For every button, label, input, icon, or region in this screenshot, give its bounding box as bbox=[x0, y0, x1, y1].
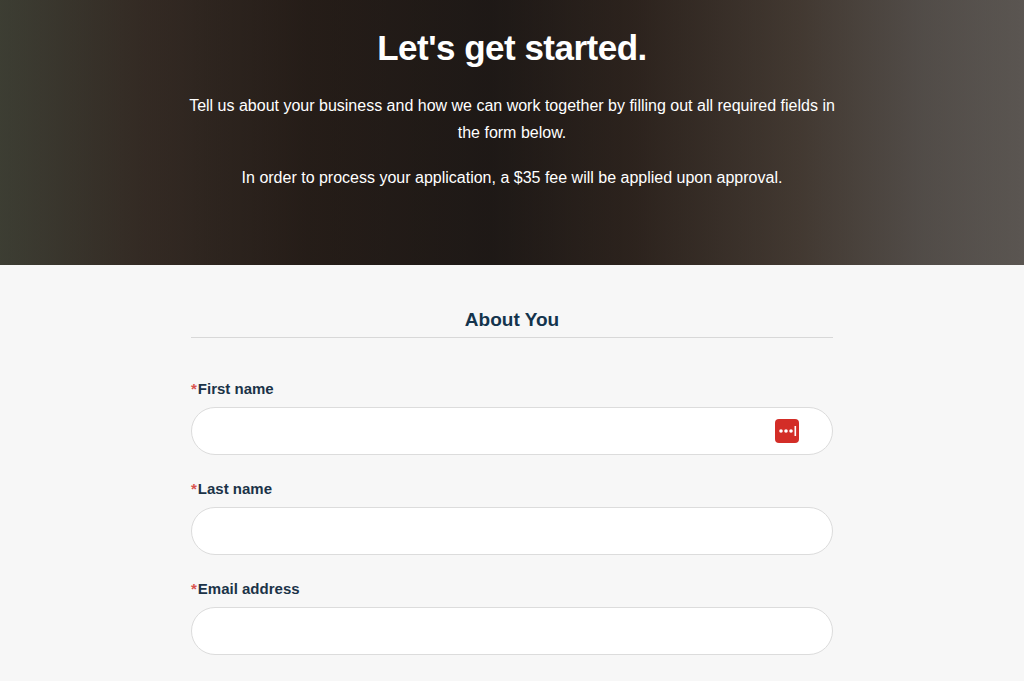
form-field: *Last name bbox=[191, 480, 833, 555]
hero-banner: Let's get started. Tell us about your bus… bbox=[0, 0, 1024, 265]
input-wrap bbox=[191, 507, 833, 555]
form-section: About You *First name *Last name *Email add… bbox=[191, 265, 833, 655]
required-marker: * bbox=[191, 480, 197, 497]
hero-text: In order to process your application, a … bbox=[242, 164, 783, 191]
field-label: *Email address bbox=[191, 580, 833, 598]
text-input[interactable] bbox=[191, 607, 833, 655]
field-label: *Last name bbox=[191, 480, 833, 498]
input-wrap bbox=[191, 407, 833, 455]
form-field: *First name bbox=[191, 380, 833, 455]
text-input[interactable] bbox=[191, 407, 833, 455]
page: Let's get started. Tell us about your bus… bbox=[0, 0, 1024, 681]
field-label: *First name bbox=[191, 380, 833, 398]
required-marker: * bbox=[191, 380, 197, 397]
input-wrap bbox=[191, 607, 833, 655]
form-field: *Email address bbox=[191, 580, 833, 655]
field-list: *First name *Last name *Email address bbox=[191, 338, 833, 655]
required-marker: * bbox=[191, 580, 197, 597]
section-title: About You bbox=[191, 309, 833, 338]
text-input[interactable] bbox=[191, 507, 833, 555]
password-manager-icon[interactable] bbox=[775, 419, 799, 443]
hero-text: Tell us about your business and how we c… bbox=[187, 92, 837, 146]
hero-title: Let's get started. bbox=[377, 28, 647, 68]
